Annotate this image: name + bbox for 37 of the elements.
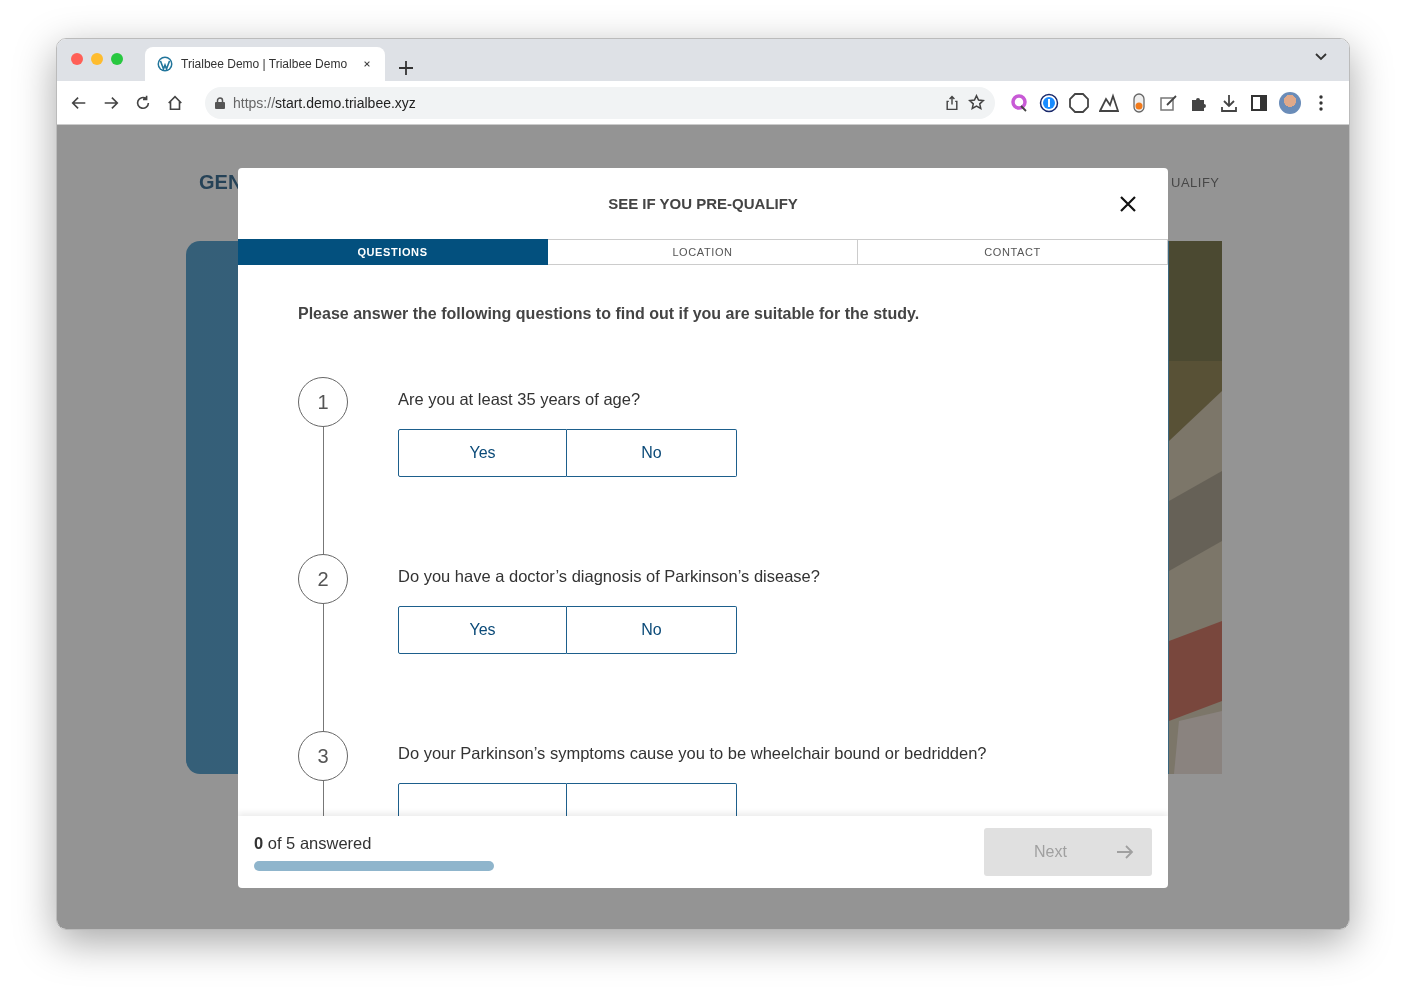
answer-button[interactable]: No	[567, 606, 737, 654]
dialog-title: SEE IF YOU PRE-QUALIFY	[608, 195, 798, 212]
browser-tab[interactable]: Trialbee Demo | Trialbee Demo	[145, 47, 385, 81]
arrow-right-icon	[1116, 844, 1134, 860]
step-tab[interactable]: LOCATION	[548, 239, 858, 265]
step-tab[interactable]: QUESTIONS	[238, 239, 548, 265]
address-bar[interactable]: https://start.demo.trialbee.xyz	[205, 86, 995, 119]
mountain-extension-icon[interactable]	[1099, 92, 1119, 113]
answered-count: 0 of 5 answered	[254, 833, 373, 853]
tab-title: Trialbee Demo | Trialbee Demo	[181, 57, 349, 71]
lock-icon	[215, 96, 225, 109]
star-icon[interactable]	[968, 94, 985, 111]
new-tab-icon[interactable]	[399, 61, 413, 75]
share-icon[interactable]	[944, 94, 960, 111]
side-panel-icon[interactable]	[1249, 92, 1269, 113]
intro-text: Please answer the following questions to find out if you are suitable for the study.	[298, 305, 921, 323]
answer-button[interactable]: No	[567, 429, 737, 477]
close-button[interactable]	[1119, 195, 1137, 213]
home-icon[interactable]	[166, 93, 184, 112]
question-text: Do your Parkinson’s symptoms cause you to be wheelchair bound or bedridden?	[398, 744, 988, 763]
wordpress-icon	[157, 56, 173, 72]
step-number: 3	[298, 731, 348, 781]
reload-icon[interactable]	[134, 93, 152, 112]
step-number: 1	[298, 377, 348, 427]
keyhole-extension-icon[interactable]	[1039, 92, 1059, 113]
edit-icon[interactable]	[1159, 92, 1179, 113]
chevron-down-icon[interactable]	[1315, 53, 1327, 61]
answer-button[interactable]: Yes	[398, 606, 567, 654]
avatar[interactable]	[1279, 91, 1301, 114]
answer-button[interactable]: Yes	[398, 429, 567, 477]
step-tab[interactable]: CONTACT	[858, 239, 1168, 265]
step-number: 2	[298, 554, 348, 604]
question-text: Do you have a doctor’s diagnosis of Parkinson’s disease?	[398, 567, 821, 586]
download-icon[interactable]	[1219, 92, 1239, 113]
q-letter-extension-icon[interactable]	[1009, 92, 1029, 113]
url-text: https://start.demo.trialbee.xyz	[233, 94, 417, 111]
question-text: Are you at least 35 years of age?	[398, 390, 642, 409]
